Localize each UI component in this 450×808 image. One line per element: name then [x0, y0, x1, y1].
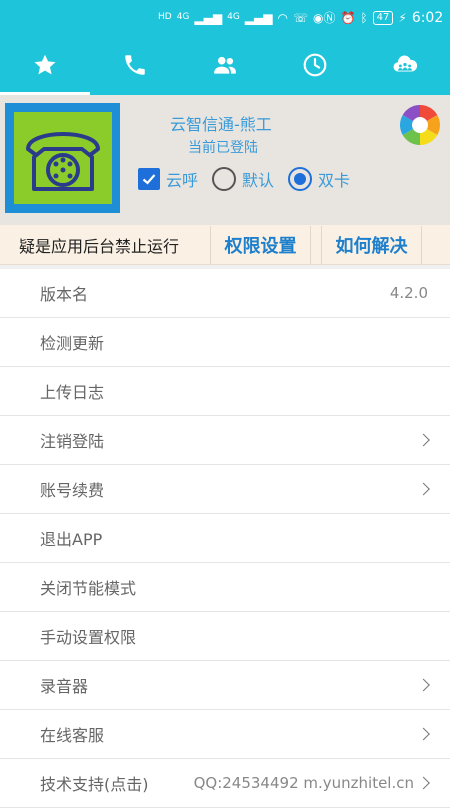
cloud-call-checkbox[interactable]: 云呼 — [138, 167, 198, 191]
tab-favorites[interactable] — [0, 35, 90, 95]
row-label: 版本名 — [40, 285, 89, 304]
tech-support-contact: QQ:24534492 m.yunzhitel.cn — [193, 774, 414, 792]
settings-row-tech-support[interactable]: 技术支持(点击) QQ:24534492 m.yunzhitel.cn — [0, 759, 450, 808]
cloud-call-label: 云呼 — [166, 171, 199, 190]
settings-row-power-saving[interactable]: 关闭节能模式 — [0, 563, 450, 612]
background-warning-bar: 疑是应用后台禁止运行 权限设置 如何解决 — [0, 225, 450, 265]
status-right: Ⓝ ⏰ ᛒ 47 ⚡ 6:02 — [323, 9, 443, 26]
row-label: 账号续费 — [40, 481, 105, 500]
radio-unselected-icon — [212, 167, 237, 191]
row-label: 退出APP — [40, 530, 103, 549]
row-label: 关闭节能模式 — [40, 579, 137, 598]
how-to-fix-button[interactable]: 如何解决 — [321, 225, 422, 264]
phone-icon — [125, 55, 145, 75]
login-status: 当前已登陆 — [188, 140, 258, 156]
nfc-icon: Ⓝ — [323, 11, 336, 25]
app-notification-icon: ☏ — [292, 10, 308, 25]
star-icon — [34, 54, 56, 75]
settings-row-recorder[interactable]: 录音器 — [0, 661, 450, 710]
profile-panel: 云智信通-熊工 当前已登陆 云呼 默认 双卡 — [0, 95, 450, 225]
app-logo — [5, 103, 120, 213]
account-name: 云智信通-熊工 — [170, 115, 272, 134]
cloud-group-icon — [393, 55, 418, 72]
row-label: 检测更新 — [40, 334, 105, 353]
clock-icon — [303, 53, 327, 77]
dual-sim-radio[interactable]: 双卡 — [282, 167, 350, 191]
default-radio[interactable]: 默认 — [206, 167, 274, 191]
contacts-icon — [214, 56, 236, 74]
tab-calls[interactable] — [90, 35, 180, 95]
row-label: 在线客服 — [40, 726, 105, 745]
warning-text: 疑是应用后台禁止运行 — [19, 236, 180, 256]
radio-selected-icon — [288, 167, 313, 191]
status-left: HD 4G ▂▄▆ 4G ▂▄▆ ◠ ☏ ◉ — [158, 11, 323, 25]
telephone-logo-icon — [13, 112, 112, 204]
charging-icon: ⚡ — [398, 10, 407, 25]
call-mode-options: 云呼 默认 双卡 — [138, 167, 358, 191]
permission-settings-button[interactable]: 权限设置 — [210, 225, 311, 264]
network-4g-indicator-2: 4G — [227, 12, 240, 22]
checkbox-checked-icon — [138, 168, 160, 190]
chevron-right-icon — [417, 776, 430, 790]
settings-row-version: 版本名 4.2.0 — [0, 269, 450, 318]
row-label: 上传日志 — [40, 383, 105, 402]
settings-row-logout[interactable]: 注销登陆 — [0, 416, 450, 465]
settings-row-renew-account[interactable]: 账号续费 — [0, 465, 450, 514]
row-label: 手动设置权限 — [40, 628, 137, 647]
wifi-icon: ◠ — [277, 10, 288, 25]
version-value: 4.2.0 — [389, 284, 428, 302]
status-bar: HD 4G ▂▄▆ 4G ▂▄▆ ◠ ☏ ◉ Ⓝ ⏰ ᛒ 47 ⚡ 6:02 — [0, 0, 450, 35]
aperture-logo-icon[interactable] — [398, 103, 442, 147]
settings-row-manual-permissions[interactable]: 手动设置权限 — [0, 612, 450, 661]
tab-cloud-group[interactable] — [360, 35, 450, 95]
settings-row-online-support[interactable]: 在线客服 — [0, 710, 450, 759]
settings-row-exit-app[interactable]: 退出APP — [0, 514, 450, 563]
tab-history[interactable] — [270, 35, 360, 95]
tab-bar — [0, 35, 450, 95]
bluetooth-icon: ᛒ — [360, 10, 368, 25]
media-icon: ◉ — [312, 10, 324, 25]
network-4g-indicator: 4G — [176, 12, 190, 22]
signal-icon-2: ▂▄▆ — [244, 10, 273, 25]
hd-indicator: HD — [158, 12, 172, 22]
signal-icon: ▂▄▆ — [194, 10, 223, 25]
tab-contacts[interactable] — [180, 35, 270, 95]
battery-indicator: 47 — [372, 10, 394, 25]
default-label: 默认 — [242, 171, 275, 190]
dual-sim-label: 双卡 — [318, 171, 351, 190]
settings-list: 版本名 4.2.0 检测更新 上传日志 注销登陆 账号续费 退出APP 关闭节能… — [0, 269, 450, 808]
settings-row-upload-log[interactable]: 上传日志 — [0, 367, 450, 416]
row-label: 技术支持(点击) — [40, 775, 149, 794]
row-label: 注销登陆 — [40, 432, 105, 451]
alarm-icon: ⏰ — [340, 10, 356, 25]
settings-row-check-update[interactable]: 检测更新 — [0, 318, 450, 367]
row-label: 录音器 — [40, 677, 89, 696]
clock-time: 6:02 — [411, 9, 444, 26]
